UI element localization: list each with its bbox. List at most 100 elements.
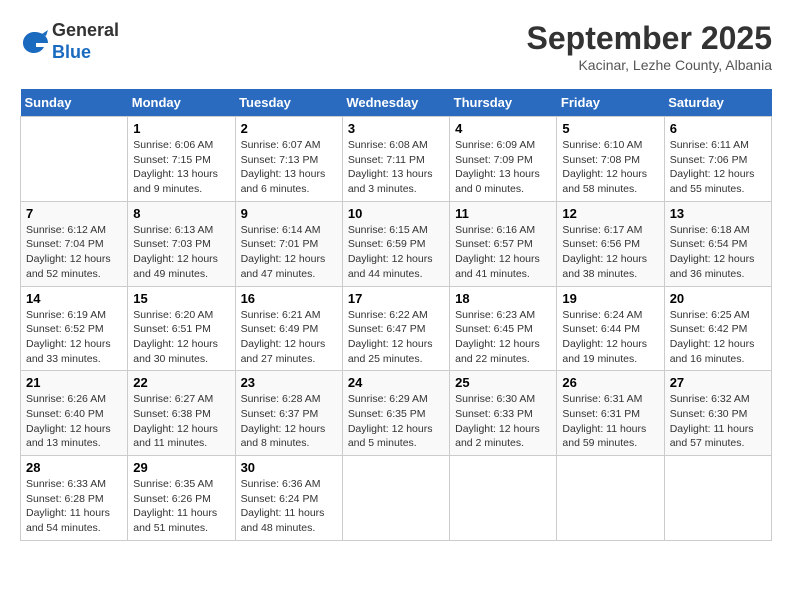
day-info: Sunrise: 6:26 AM Sunset: 6:40 PM Dayligh…: [26, 392, 122, 451]
week-row-3: 14 Sunrise: 6:19 AM Sunset: 6:52 PM Dayli…: [21, 286, 772, 371]
calendar-cell: 25Sunrise: 6:30 AM Sunset: 6:33 PM Dayli…: [450, 371, 557, 456]
calendar-cell: 7 Sunrise: 6:12 AM Sunset: 7:04 PM Daylig…: [21, 201, 128, 286]
calendar-cell: [557, 456, 664, 541]
calendar-cell: 19Sunrise: 6:24 AM Sunset: 6:44 PM Dayli…: [557, 286, 664, 371]
day-number: 20: [670, 291, 766, 306]
day-number: 4: [455, 121, 551, 136]
calendar-cell: 8 Sunrise: 6:13 AM Sunset: 7:03 PM Daylig…: [128, 201, 235, 286]
day-info: Sunrise: 6:36 AM Sunset: 6:24 PM Dayligh…: [241, 477, 337, 536]
day-info: Sunrise: 6:06 AM Sunset: 7:15 PM Dayligh…: [133, 138, 229, 197]
day-number: 17: [348, 291, 444, 306]
title-block: September 2025 Kacinar, Lezhe County, Al…: [527, 20, 772, 73]
day-number: 5: [562, 121, 658, 136]
calendar-table: SundayMondayTuesdayWednesdayThursdayFrid…: [20, 89, 772, 541]
day-number: 10: [348, 206, 444, 221]
calendar-cell: 21 Sunrise: 6:26 AM Sunset: 6:40 PM Dayli…: [21, 371, 128, 456]
day-info: Sunrise: 6:11 AM Sunset: 7:06 PM Dayligh…: [670, 138, 766, 197]
weekday-header-friday: Friday: [557, 89, 664, 117]
calendar-cell: 16 Sunrise: 6:21 AM Sunset: 6:49 PM Dayli…: [235, 286, 342, 371]
page-header: General Blue September 2025 Kacinar, Lez…: [20, 20, 772, 73]
day-info: Sunrise: 6:25 AM Sunset: 6:42 PM Dayligh…: [670, 308, 766, 367]
calendar-cell: 2 Sunrise: 6:07 AM Sunset: 7:13 PM Daylig…: [235, 117, 342, 202]
calendar-cell: 9 Sunrise: 6:14 AM Sunset: 7:01 PM Daylig…: [235, 201, 342, 286]
day-number: 1: [133, 121, 229, 136]
day-info: Sunrise: 6:09 AM Sunset: 7:09 PM Dayligh…: [455, 138, 551, 197]
day-number: 6: [670, 121, 766, 136]
day-info: Sunrise: 6:08 AM Sunset: 7:11 PM Dayligh…: [348, 138, 444, 197]
day-info: Sunrise: 6:35 AM Sunset: 6:26 PM Dayligh…: [133, 477, 229, 536]
calendar-cell: 3 Sunrise: 6:08 AM Sunset: 7:11 PM Daylig…: [342, 117, 449, 202]
calendar-cell: 10 Sunrise: 6:15 AM Sunset: 6:59 PM Dayli…: [342, 201, 449, 286]
day-info: Sunrise: 6:29 AM Sunset: 6:35 PM Dayligh…: [348, 392, 444, 451]
day-number: 28: [26, 460, 122, 475]
day-number: 26: [562, 375, 658, 390]
logo: General Blue: [20, 20, 119, 63]
day-number: 18: [455, 291, 551, 306]
calendar-cell: 15 Sunrise: 6:20 AM Sunset: 6:51 PM Dayli…: [128, 286, 235, 371]
logo-text: General Blue: [52, 20, 119, 63]
calendar-cell: 28 Sunrise: 6:33 AM Sunset: 6:28 PM Dayli…: [21, 456, 128, 541]
calendar-cell: 23Sunrise: 6:28 AM Sunset: 6:37 PM Dayli…: [235, 371, 342, 456]
weekday-header-tuesday: Tuesday: [235, 89, 342, 117]
location-title: Kacinar, Lezhe County, Albania: [527, 57, 772, 73]
day-number: 22: [133, 375, 229, 390]
week-row-1: 1 Sunrise: 6:06 AM Sunset: 7:15 PM Daylig…: [21, 117, 772, 202]
day-info: Sunrise: 6:22 AM Sunset: 6:47 PM Dayligh…: [348, 308, 444, 367]
calendar-cell: 6 Sunrise: 6:11 AM Sunset: 7:06 PM Daylig…: [664, 117, 771, 202]
calendar-cell: [21, 117, 128, 202]
day-number: 23: [241, 375, 337, 390]
logo-icon: [20, 28, 48, 56]
day-info: Sunrise: 6:13 AM Sunset: 7:03 PM Dayligh…: [133, 223, 229, 282]
weekday-header-monday: Monday: [128, 89, 235, 117]
weekday-header-saturday: Saturday: [664, 89, 771, 117]
calendar-cell: [450, 456, 557, 541]
day-number: 25: [455, 375, 551, 390]
day-number: 8: [133, 206, 229, 221]
calendar-cell: 22 Sunrise: 6:27 AM Sunset: 6:38 PM Dayli…: [128, 371, 235, 456]
day-info: Sunrise: 6:20 AM Sunset: 6:51 PM Dayligh…: [133, 308, 229, 367]
day-number: 24: [348, 375, 444, 390]
day-number: 7: [26, 206, 122, 221]
day-info: Sunrise: 6:18 AM Sunset: 6:54 PM Dayligh…: [670, 223, 766, 282]
day-info: Sunrise: 6:14 AM Sunset: 7:01 PM Dayligh…: [241, 223, 337, 282]
day-info: Sunrise: 6:12 AM Sunset: 7:04 PM Dayligh…: [26, 223, 122, 282]
day-info: Sunrise: 6:19 AM Sunset: 6:52 PM Dayligh…: [26, 308, 122, 367]
calendar-cell: 4 Sunrise: 6:09 AM Sunset: 7:09 PM Daylig…: [450, 117, 557, 202]
day-info: Sunrise: 6:31 AM Sunset: 6:31 PM Dayligh…: [562, 392, 658, 451]
day-info: Sunrise: 6:24 AM Sunset: 6:44 PM Dayligh…: [562, 308, 658, 367]
calendar-cell: [664, 456, 771, 541]
day-number: 12: [562, 206, 658, 221]
day-number: 2: [241, 121, 337, 136]
day-info: Sunrise: 6:17 AM Sunset: 6:56 PM Dayligh…: [562, 223, 658, 282]
week-row-4: 21 Sunrise: 6:26 AM Sunset: 6:40 PM Dayli…: [21, 371, 772, 456]
day-info: Sunrise: 6:15 AM Sunset: 6:59 PM Dayligh…: [348, 223, 444, 282]
day-number: 16: [241, 291, 337, 306]
calendar-cell: 11Sunrise: 6:16 AM Sunset: 6:57 PM Dayli…: [450, 201, 557, 286]
calendar-cell: [342, 456, 449, 541]
calendar-cell: 12 Sunrise: 6:17 AM Sunset: 6:56 PM Dayli…: [557, 201, 664, 286]
day-number: 3: [348, 121, 444, 136]
day-number: 11: [455, 206, 551, 221]
day-number: 9: [241, 206, 337, 221]
calendar-cell: 17 Sunrise: 6:22 AM Sunset: 6:47 PM Dayli…: [342, 286, 449, 371]
day-number: 15: [133, 291, 229, 306]
week-row-5: 28 Sunrise: 6:33 AM Sunset: 6:28 PM Dayli…: [21, 456, 772, 541]
calendar-cell: 1 Sunrise: 6:06 AM Sunset: 7:15 PM Daylig…: [128, 117, 235, 202]
day-info: Sunrise: 6:07 AM Sunset: 7:13 PM Dayligh…: [241, 138, 337, 197]
week-row-2: 7 Sunrise: 6:12 AM Sunset: 7:04 PM Daylig…: [21, 201, 772, 286]
calendar-cell: 26 Sunrise: 6:31 AM Sunset: 6:31 PM Dayli…: [557, 371, 664, 456]
day-number: 21: [26, 375, 122, 390]
weekday-header-sunday: Sunday: [21, 89, 128, 117]
day-number: 13: [670, 206, 766, 221]
day-number: 27: [670, 375, 766, 390]
calendar-cell: 20 Sunrise: 6:25 AM Sunset: 6:42 PM Dayli…: [664, 286, 771, 371]
day-info: Sunrise: 6:33 AM Sunset: 6:28 PM Dayligh…: [26, 477, 122, 536]
calendar-cell: 29 Sunrise: 6:35 AM Sunset: 6:26 PM Dayli…: [128, 456, 235, 541]
day-number: 29: [133, 460, 229, 475]
day-info: Sunrise: 6:27 AM Sunset: 6:38 PM Dayligh…: [133, 392, 229, 451]
calendar-cell: 30Sunrise: 6:36 AM Sunset: 6:24 PM Dayli…: [235, 456, 342, 541]
calendar-cell: 5Sunrise: 6:10 AM Sunset: 7:08 PM Daylig…: [557, 117, 664, 202]
day-info: Sunrise: 6:21 AM Sunset: 6:49 PM Dayligh…: [241, 308, 337, 367]
day-number: 14: [26, 291, 122, 306]
calendar-cell: 13 Sunrise: 6:18 AM Sunset: 6:54 PM Dayli…: [664, 201, 771, 286]
